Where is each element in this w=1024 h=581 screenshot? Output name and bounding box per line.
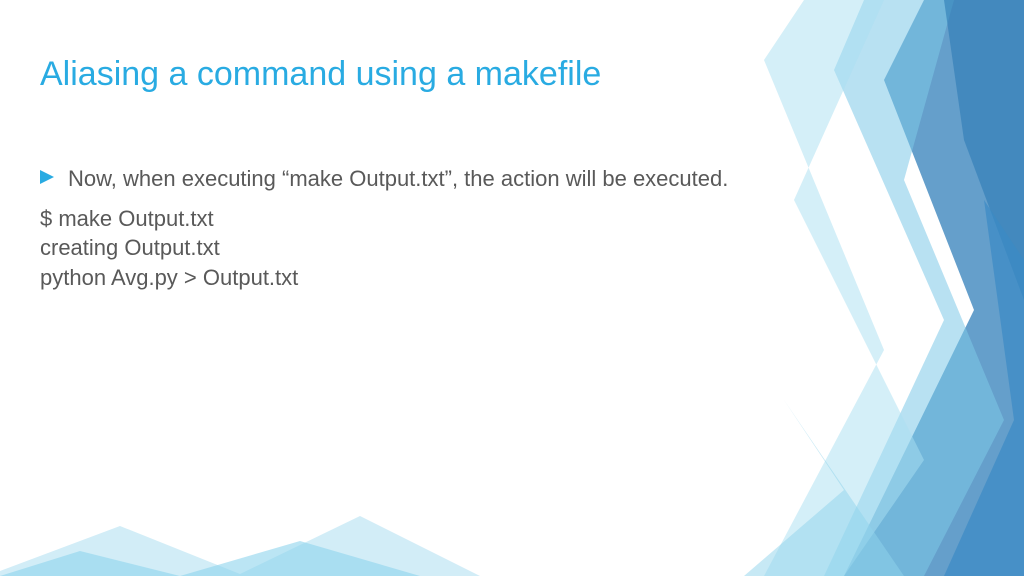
code-block: $ make Output.txt creating Output.txt py…: [40, 204, 740, 293]
slide-content: Now, when executing “make Output.txt”, t…: [40, 164, 740, 293]
bullet-item: Now, when executing “make Output.txt”, t…: [40, 164, 740, 194]
background-decoration-bottom: [0, 456, 1024, 576]
slide-title: Aliasing a command using a makefile: [40, 55, 964, 94]
bullet-text: Now, when executing “make Output.txt”, t…: [68, 164, 728, 194]
bullet-triangle-icon: [40, 170, 54, 184]
slide: Aliasing a command using a makefile Now,…: [0, 0, 1024, 576]
